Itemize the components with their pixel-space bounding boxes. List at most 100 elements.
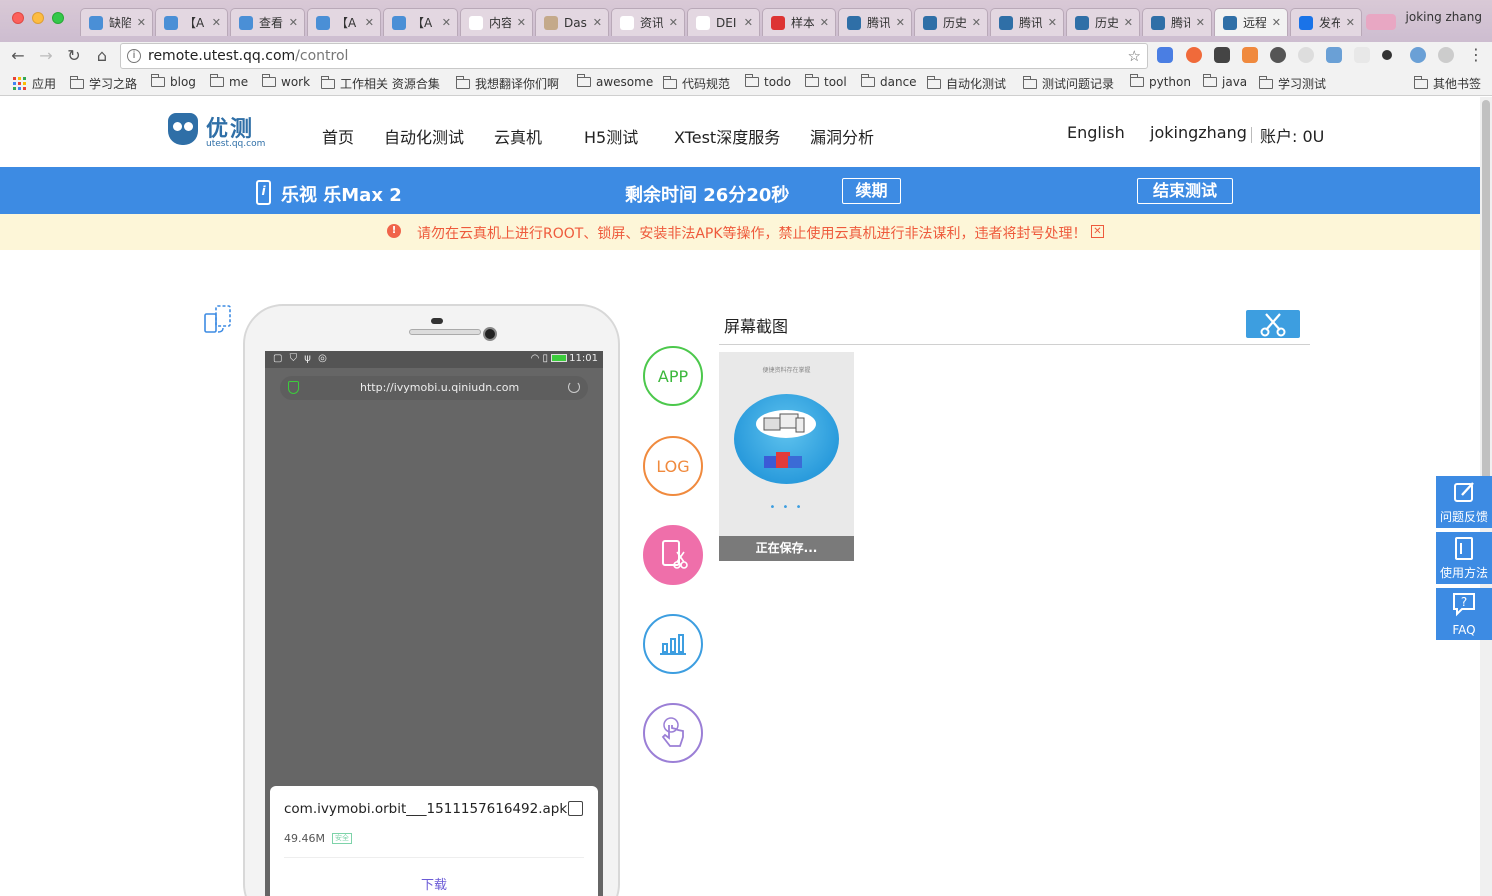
manual-button[interactable]: 使用方法: [1436, 532, 1492, 584]
site-info-icon[interactable]: i: [127, 49, 141, 63]
bookmark-star-icon[interactable]: ☆: [1128, 47, 1141, 65]
pocket-extension-icon[interactable]: [1214, 47, 1230, 63]
extension-image-icon[interactable]: [1326, 47, 1342, 63]
faq-button[interactable]: ? FAQ: [1436, 588, 1492, 640]
nav-automation[interactable]: 自动化测试: [384, 124, 464, 148]
tab-close-icon[interactable]: ✕: [212, 16, 221, 29]
extension-link-icon[interactable]: [1438, 47, 1454, 63]
tab-close-icon[interactable]: ✕: [289, 16, 298, 29]
browser-tab[interactable]: 【A ✕: [155, 8, 228, 36]
tab-close-icon[interactable]: ✕: [365, 16, 374, 29]
browser-tab[interactable]: DEI ✕: [687, 8, 760, 36]
back-arrow-icon[interactable]: ←: [7, 45, 29, 67]
extension-blank-icon[interactable]: [1354, 47, 1370, 63]
screenshot-thumbnail[interactable]: 便捷资料存在掌握 • • • 正在保存...: [719, 352, 854, 561]
bookmark-folder[interactable]: 学习测试: [1259, 75, 1326, 92]
address-bar[interactable]: i remote.utest.qq.com/control ☆: [120, 43, 1148, 69]
bookmark-folder[interactable]: todo: [745, 74, 791, 89]
tab-close-icon[interactable]: ✕: [744, 16, 753, 29]
bookmark-folder[interactable]: blog: [151, 74, 196, 89]
bookmark-folder[interactable]: dance: [861, 74, 917, 89]
bookmark-folder[interactable]: 工作相关 资源合集: [321, 75, 440, 92]
minimize-window-button[interactable]: [32, 12, 44, 24]
language-switch[interactable]: English: [1067, 123, 1125, 142]
nav-xtest[interactable]: XTest深度服务: [674, 124, 780, 148]
browser-tab[interactable]: 腾讯 ✕: [1142, 8, 1212, 36]
bookmark-folder[interactable]: 测试问题记录: [1023, 75, 1114, 92]
browser-tab[interactable]: 腾讯 ✕: [990, 8, 1064, 36]
nav-vulnerability[interactable]: 漏洞分析: [810, 124, 874, 148]
log-tool-button[interactable]: LOG: [643, 436, 703, 496]
app-tool-button[interactable]: APP: [643, 346, 703, 406]
browser-tab[interactable]: 历史 ✕: [1066, 8, 1140, 36]
extension-network-icon[interactable]: [1410, 47, 1426, 63]
tab-close-icon[interactable]: ✕: [1346, 16, 1355, 29]
download-button[interactable]: 下载: [270, 874, 598, 893]
bookmark-folder[interactable]: 我想翻译你们啊: [456, 75, 559, 92]
other-bookmarks[interactable]: 其他书签: [1414, 75, 1481, 92]
feedback-button[interactable]: 问题反馈: [1436, 476, 1492, 528]
device-reload-icon[interactable]: [568, 381, 580, 393]
browser-tab[interactable]: 【A ✕: [383, 8, 458, 36]
screenshot-tool-button[interactable]: [643, 525, 703, 585]
tab-close-icon[interactable]: ✕: [1124, 16, 1133, 29]
site-logo[interactable]: 优测 utest.qq.com: [168, 111, 268, 151]
capture-button[interactable]: [1246, 310, 1300, 338]
performance-tool-button[interactable]: [643, 614, 703, 674]
bookmark-folder[interactable]: tool: [805, 74, 847, 89]
bookmark-apps[interactable]: 应用: [13, 75, 56, 92]
renew-button[interactable]: 续期: [842, 178, 901, 204]
nav-cloud-device[interactable]: 云真机: [494, 124, 542, 148]
nav-h5-test[interactable]: H5测试: [584, 124, 638, 148]
browser-tab[interactable]: 缺陷 ✕: [80, 8, 153, 36]
tab-close-icon[interactable]: ✕: [1196, 16, 1205, 29]
rotate-screen-icon[interactable]: [203, 304, 233, 334]
profile-name[interactable]: joking zhang: [1406, 10, 1482, 24]
device-screen[interactable]: ▢ ⛉ ψ ◎ ◠ ▯ 11:01 http://ivymobi.u.qiniu…: [265, 351, 603, 896]
tab-close-icon[interactable]: ✕: [593, 16, 602, 29]
tab-close-icon[interactable]: ✕: [137, 16, 146, 29]
bookmark-folder[interactable]: me: [210, 74, 248, 89]
browser-tab[interactable]: 【A ✕: [307, 8, 381, 36]
home-icon[interactable]: ⌂: [91, 45, 113, 67]
extension-feed-icon[interactable]: [1242, 47, 1258, 63]
extension-orange-icon[interactable]: [1186, 47, 1202, 63]
tab-close-icon[interactable]: ✕: [442, 16, 451, 29]
bookmark-folder[interactable]: 自动化测试: [927, 75, 1006, 92]
zoom-window-button[interactable]: [52, 12, 64, 24]
username-link[interactable]: jokingzhang: [1150, 123, 1247, 142]
browser-tab[interactable]: Das ✕: [535, 8, 609, 36]
reload-icon[interactable]: ↻: [63, 45, 85, 67]
forward-arrow-icon[interactable]: →: [35, 45, 57, 67]
browser-tab[interactable]: 历史 ✕: [914, 8, 988, 36]
browser-tab[interactable]: 资讯 ✕: [611, 8, 685, 36]
close-window-button[interactable]: [12, 12, 24, 24]
tab-close-icon[interactable]: ✕: [1272, 16, 1281, 29]
browser-tab[interactable]: 样本 ✕: [762, 8, 836, 36]
tab-close-icon[interactable]: ✕: [1048, 16, 1057, 29]
account-balance[interactable]: 账户: 0U: [1260, 123, 1324, 147]
device-browser-urlbar[interactable]: http://ivymobi.u.qiniudn.com: [280, 376, 588, 400]
tab-close-icon[interactable]: ✕: [896, 16, 905, 29]
browser-menu-icon[interactable]: ⋮: [1468, 45, 1484, 64]
bookmark-folder[interactable]: python: [1130, 74, 1191, 89]
tab-close-icon[interactable]: ✕: [517, 16, 526, 29]
bookmark-folder[interactable]: awesome: [577, 74, 653, 89]
bookmark-folder[interactable]: work: [262, 74, 310, 89]
browser-tab[interactable]: 腾讯 ✕: [838, 8, 912, 36]
bookmark-folder[interactable]: 代码规范: [663, 75, 730, 92]
touch-tool-button[interactable]: [643, 703, 703, 763]
end-test-button[interactable]: 结束测试: [1137, 178, 1233, 204]
browser-tab[interactable]: 发布 ✕: [1290, 8, 1362, 36]
extension-grey-icon[interactable]: [1298, 47, 1314, 63]
address-url[interactable]: remote.utest.qq.com/control: [148, 48, 348, 64]
nav-home[interactable]: 首页: [322, 124, 354, 148]
extension-sync-icon[interactable]: [1270, 47, 1286, 63]
tab-close-icon[interactable]: ✕: [669, 16, 678, 29]
close-icon[interactable]: ✕: [1091, 225, 1104, 238]
browser-tab[interactable]: 远程 ✕: [1214, 8, 1288, 36]
browser-tab[interactable]: 查看 ✕: [230, 8, 305, 36]
bookmark-folder[interactable]: 学习之路: [70, 75, 137, 92]
scrollbar-thumb[interactable]: [1482, 100, 1490, 500]
edit-icon[interactable]: [568, 801, 583, 816]
